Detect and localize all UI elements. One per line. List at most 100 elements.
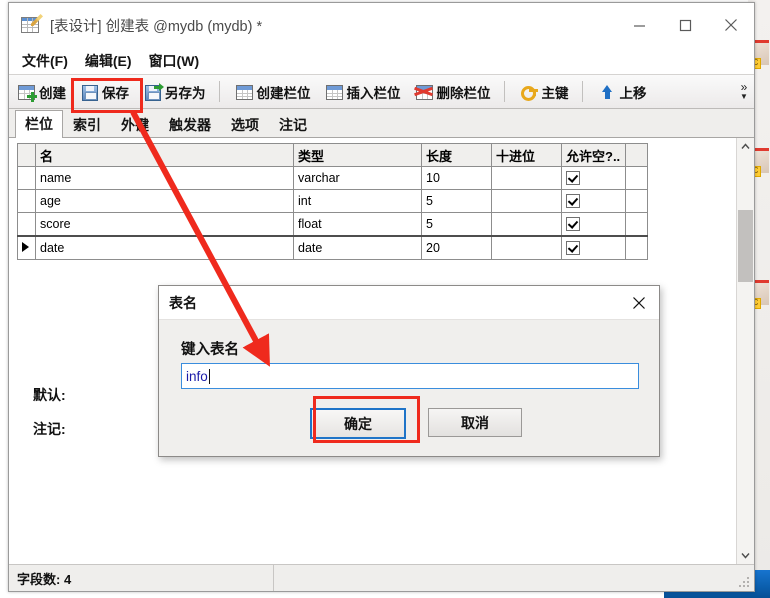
table-new-icon [18,84,37,102]
column-new-icon [235,84,253,100]
close-icon[interactable] [619,286,659,319]
cell-field-type[interactable]: int [293,189,422,213]
maximize-icon[interactable] [662,3,708,47]
cell-field-nullable[interactable] [561,212,626,237]
primary-key-label: 主键 [541,85,569,101]
insert-column-button[interactable]: 插入栏位 [320,78,407,105]
cell-field-length[interactable]: 20 [421,235,492,260]
column-header-type[interactable]: 类型 [293,143,422,167]
save-label: 保存 [102,85,129,101]
create-column-button[interactable]: 创建栏位 [230,78,317,105]
move-up-label: 上移 [619,85,647,101]
resize-grip-icon[interactable] [739,577,751,589]
tab-options[interactable]: 选项 [221,112,269,137]
cell-end [625,212,648,237]
delete-column-label: 删除栏位 [436,85,491,101]
menu-label: 编辑(E) [84,52,132,69]
status-bar: 字段数: 4 [9,564,754,591]
cell-field-nullable[interactable] [561,235,626,260]
table-name-dialog: 表名 键入表名 info 确定 取消 [158,285,660,457]
tab-label: 选项 [231,117,259,133]
cell-field-name[interactable]: name [35,166,294,190]
cell-field-length[interactable]: 10 [421,166,492,190]
scrollbar-track[interactable] [737,155,754,547]
window-titlebar[interactable]: [表设计] 创建表 @mydb (mydb) * [9,3,754,47]
table-row[interactable]: name varchar 10 [17,166,648,190]
vertical-scrollbar[interactable] [736,138,754,564]
column-header-nullable[interactable]: 允许空?.. [561,143,626,167]
nullable-checkbox[interactable] [566,241,580,256]
table-name-label: 键入表名 [181,342,239,358]
create-table-button[interactable]: 创建 [12,78,72,105]
toolbar-overflow-button[interactable]: » ▼ [734,76,754,107]
ok-button[interactable]: 确定 [310,408,406,439]
row-selector[interactable] [17,212,36,237]
column-header-decimals[interactable]: 十进位 [491,143,562,167]
tab-fields[interactable]: 栏位 [15,110,63,138]
dialog-titlebar: 表名 [159,286,659,320]
tab-label: 索引 [73,117,101,133]
cell-end [625,235,648,260]
default-label: 默认: [33,387,66,403]
field-count-status: 字段数: 4 [17,571,72,587]
save-button[interactable]: 保存 [75,78,135,105]
toolbar: 创建 保存 另存为 创建栏位 插入栏位 删除栏位 主键 上移 » ▼ [9,74,754,109]
cell-field-type[interactable]: float [293,212,422,237]
cell-field-length[interactable]: 5 [421,189,492,213]
nullable-checkbox[interactable] [566,171,580,186]
scroll-up-icon[interactable] [737,138,754,155]
minimize-icon[interactable] [616,3,662,47]
tab-foreign-keys[interactable]: 外键 [111,112,159,137]
table-row[interactable]: score float 5 [17,212,648,237]
table-name-input[interactable]: info [181,363,639,389]
cell-field-decimals[interactable] [491,235,562,260]
close-icon[interactable] [708,3,754,47]
nullable-checkbox[interactable] [566,217,580,232]
column-header-end [625,143,648,167]
row-selector[interactable] [17,189,36,213]
tab-comment[interactable]: 注记 [269,112,317,137]
table-row[interactable]: date date 20 [17,235,648,260]
tab-triggers[interactable]: 触发器 [159,112,221,137]
cell-field-decimals[interactable] [491,189,562,213]
delete-column-button[interactable]: 删除栏位 [410,78,497,105]
cell-field-type[interactable]: date [293,235,422,260]
primary-key-button[interactable]: 主键 [515,78,575,105]
row-selector[interactable] [17,166,36,190]
cell-field-length[interactable]: 5 [421,212,492,237]
dialog-buttons: 确定 取消 [181,408,637,439]
menu-item-file[interactable]: 文件(F) [22,51,68,71]
menu-item-edit[interactable]: 编辑(E) [85,51,132,71]
cell-field-name[interactable]: date [35,235,294,260]
tab-label: 外键 [121,117,149,133]
nullable-checkbox[interactable] [566,194,580,209]
table-row[interactable]: age int 5 [17,189,648,213]
cell-field-name[interactable]: score [35,212,294,237]
cell-field-name[interactable]: age [35,189,294,213]
cell-field-type[interactable]: varchar [293,166,422,190]
ok-label: 确定 [344,415,372,432]
window-controls [616,3,754,47]
scrollbar-thumb[interactable] [738,210,753,282]
move-up-button[interactable]: 上移 [593,78,653,105]
window-title: [表设计] 创建表 @mydb (mydb) * [50,18,263,35]
menu-label: 窗口(W) [148,52,200,69]
tab-strip: 栏位 索引 外键 触发器 选项 注记 [9,109,754,138]
menu-item-window[interactable]: 窗口(W) [149,51,200,71]
cell-field-nullable[interactable] [561,166,626,190]
cell-field-nullable[interactable] [561,189,626,213]
column-header-name[interactable]: 名 [35,143,294,167]
toolbar-separator [218,81,220,102]
row-selector-current[interactable] [17,235,36,260]
current-row-marker-icon [22,242,29,252]
save-as-button[interactable]: 另存为 [138,78,212,105]
tab-label: 注记 [279,117,307,133]
tab-indexes[interactable]: 索引 [63,112,111,137]
cancel-button[interactable]: 取消 [428,408,522,437]
column-header-length[interactable]: 长度 [421,143,492,167]
scroll-down-icon[interactable] [737,547,754,564]
cell-field-decimals[interactable] [491,166,562,190]
column-insert-icon [325,84,343,100]
cell-field-decimals[interactable] [491,212,562,237]
table-name-value: info [186,368,208,384]
